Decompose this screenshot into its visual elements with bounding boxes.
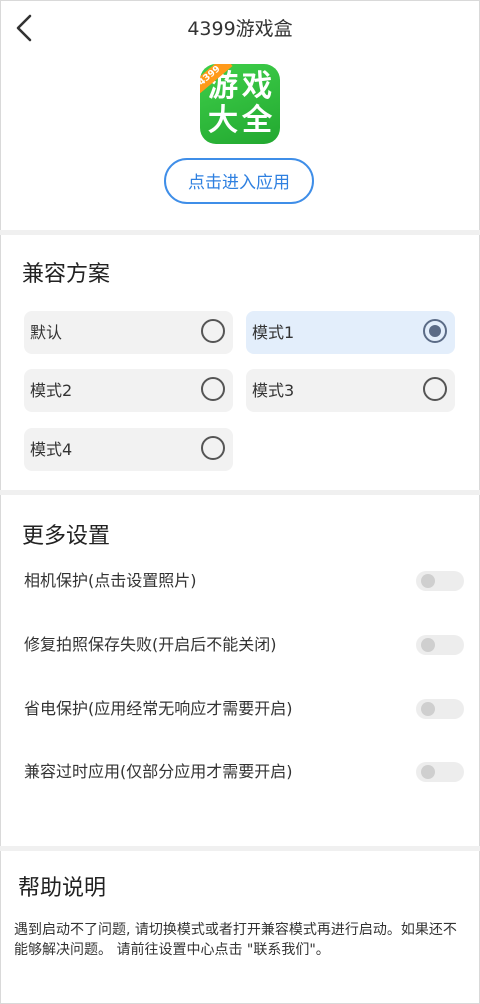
setting-legacy-compat: 兼容过时应用(仅部分应用才需要开启): [24, 757, 464, 787]
legacy-compat-toggle[interactable]: [416, 762, 464, 782]
toggle-knob: [421, 638, 435, 652]
setting-label: 相机保护(点击设置照片): [24, 571, 197, 590]
more-settings-title: 更多设置: [22, 524, 111, 549]
fix-photo-save-toggle[interactable]: [416, 635, 464, 655]
setting-label: 省电保护(应用经常无响应才需要开启): [24, 699, 293, 718]
mode-label: 默认: [30, 323, 63, 342]
section-divider: [0, 230, 480, 235]
mode-label: 模式1: [252, 323, 295, 342]
setting-power-protect: 省电保护(应用经常无响应才需要开启): [24, 694, 464, 724]
radio-icon[interactable]: [201, 377, 225, 401]
radio-dot: [429, 325, 441, 337]
mode-option-1[interactable]: 模式1: [246, 311, 455, 354]
setting-fix-photo-save: 修复拍照保存失败(开启后不能关闭): [24, 630, 464, 660]
setting-label: 修复拍照保存失败(开启后不能关闭): [24, 635, 277, 654]
enter-app-button[interactable]: 点击进入应用: [164, 158, 314, 204]
mode-option-2[interactable]: 模式2: [24, 369, 233, 412]
toggle-knob: [421, 765, 435, 779]
app-logo-char: 戏: [242, 69, 272, 104]
help-text: 遇到启动不了问题, 请切换模式或者打开兼容模式再进行启动。如果还不能够解决问题。…: [14, 922, 457, 958]
app-logo-icon[interactable]: 游 戏 大 全 4399: [200, 64, 280, 144]
mode-label: 模式4: [30, 440, 73, 459]
power-protect-toggle[interactable]: [416, 699, 464, 719]
mode-label: 模式2: [30, 381, 73, 400]
compat-section-title: 兼容方案: [22, 262, 111, 287]
app-logo-char: 全: [242, 103, 272, 138]
radio-icon[interactable]: [201, 436, 225, 460]
mode-option-default[interactable]: 默认: [24, 311, 233, 354]
radio-icon[interactable]: [201, 319, 225, 343]
setting-camera-protect: 相机保护(点击设置照片): [24, 566, 464, 596]
camera-protect-toggle[interactable]: [416, 571, 464, 591]
toggle-knob: [421, 702, 435, 716]
mode-option-4[interactable]: 模式4: [24, 428, 233, 471]
section-divider: [0, 846, 480, 851]
page-title: 4399游戏盒: [187, 18, 293, 40]
radio-icon[interactable]: [423, 377, 447, 401]
toggle-knob: [421, 574, 435, 588]
mode-option-3[interactable]: 模式3: [246, 369, 455, 412]
radio-selected-icon[interactable]: [423, 319, 447, 343]
section-divider: [0, 490, 480, 495]
help-section-title: 帮助说明: [18, 876, 107, 901]
app-frame: [0, 0, 480, 1004]
setting-label: 兼容过时应用(仅部分应用才需要开启): [24, 762, 293, 781]
mode-label: 模式3: [252, 381, 295, 400]
app-logo-char: 大: [208, 103, 238, 138]
